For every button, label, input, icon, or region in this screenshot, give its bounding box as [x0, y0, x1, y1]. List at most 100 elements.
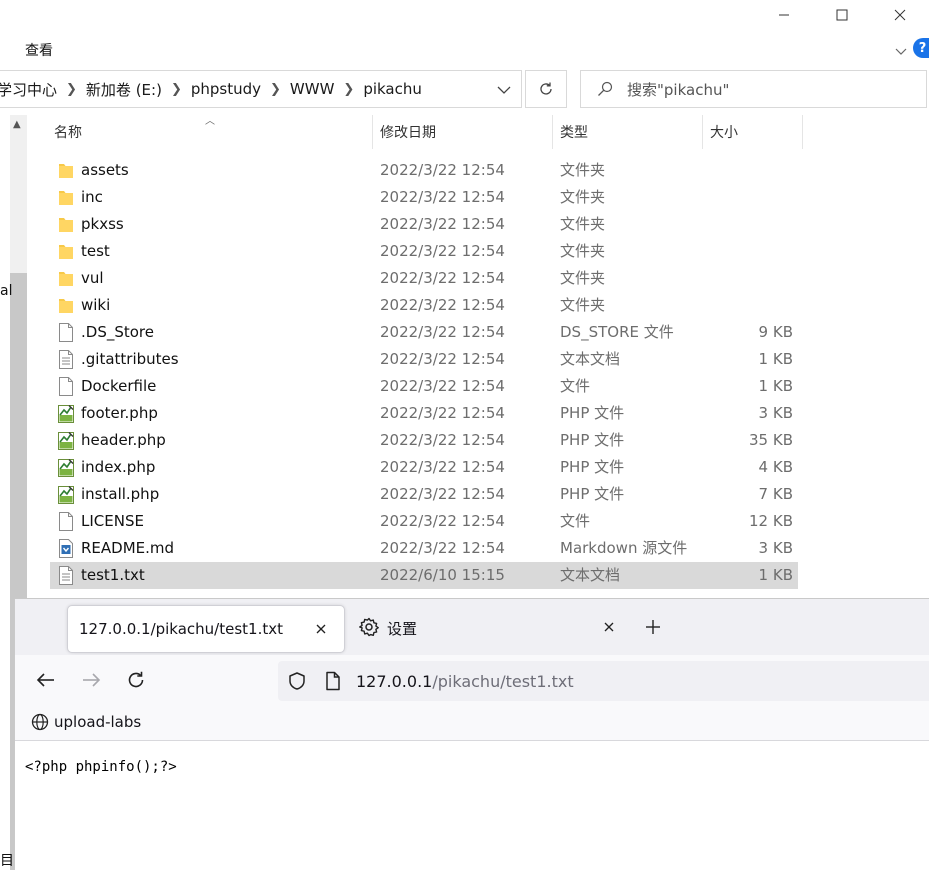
- file-type: 文本文档: [560, 566, 621, 584]
- nav-item-label[interactable]: al: [0, 283, 12, 299]
- breadcrumb-item[interactable]: WWW: [290, 80, 335, 98]
- file-date: 2022/3/22 12:54: [380, 215, 505, 233]
- php-file-icon: [58, 485, 74, 504]
- address-bar[interactable]: 学习中心 ❯ 新加卷 (E:) ❯ phpstudy ❯ WWW ❯ pikac…: [0, 70, 522, 108]
- reload-button[interactable]: [123, 667, 149, 693]
- file-row[interactable]: .DS_Store 2022/3/22 12:54 DS_STORE 文件 9 KB: [50, 319, 798, 346]
- file-row[interactable]: assets 2022/3/22 12:54 文件夹: [50, 157, 798, 184]
- close-tab-button[interactable]: [310, 618, 332, 640]
- column-header-date[interactable]: 修改日期: [380, 115, 436, 149]
- breadcrumb-separator-icon[interactable]: ❯: [66, 82, 77, 97]
- folder-icon: [58, 242, 74, 261]
- column-divider[interactable]: [802, 115, 803, 149]
- breadcrumb-item[interactable]: 新加卷 (E:): [86, 79, 162, 100]
- breadcrumb-item[interactable]: 学习中心: [0, 79, 57, 100]
- file-type: 文本文档: [560, 350, 621, 368]
- file-size: [710, 238, 793, 265]
- file-type: PHP 文件: [560, 458, 625, 476]
- file-date: 2022/3/22 12:54: [380, 512, 505, 530]
- new-tab-button[interactable]: [642, 616, 664, 638]
- breadcrumb-item[interactable]: phpstudy: [191, 80, 261, 98]
- file-row[interactable]: pkxss 2022/3/22 12:54 文件夹: [50, 211, 798, 238]
- close-icon: [604, 622, 614, 632]
- bookmark-label: upload-labs: [54, 713, 142, 731]
- browser-window: 127.0.0.1/pikachu/test1.txt 设置 127.0.0.1…: [14, 598, 929, 870]
- file-date: 2022/3/22 12:54: [380, 539, 505, 557]
- file-type: 文件夹: [560, 269, 606, 287]
- close-window-button[interactable]: [871, 0, 929, 30]
- file-row[interactable]: install.php 2022/3/22 12:54 PHP 文件 7 KB: [50, 481, 798, 508]
- search-icon: [598, 81, 613, 96]
- address-history-button[interactable]: [497, 81, 511, 99]
- tab-title: 设置: [387, 620, 418, 638]
- file-size: 4 KB: [758, 458, 793, 476]
- minimize-button[interactable]: [755, 0, 813, 30]
- close-icon: [316, 624, 326, 634]
- column-divider[interactable]: [702, 115, 703, 149]
- chevron-down-icon: [497, 86, 511, 94]
- file-date: 2022/6/10 15:15: [380, 566, 505, 584]
- close-tab-button[interactable]: [598, 616, 620, 638]
- file-date: 2022/3/22 12:54: [380, 404, 505, 422]
- file-type: PHP 文件: [560, 404, 625, 422]
- file-name: inc: [81, 188, 103, 206]
- file-name: index.php: [81, 458, 156, 476]
- url-path: /pikachu/test1.txt: [432, 672, 574, 691]
- tab-test1-txt[interactable]: 127.0.0.1/pikachu/test1.txt: [67, 605, 345, 653]
- column-divider[interactable]: [372, 115, 373, 149]
- ribbon-tab-view[interactable]: 查看: [25, 40, 53, 60]
- column-header-size[interactable]: 大小: [710, 115, 738, 149]
- breadcrumb-separator-icon[interactable]: ❯: [270, 82, 281, 97]
- file-date: 2022/3/22 12:54: [380, 377, 505, 395]
- php-file-icon: [58, 431, 74, 450]
- breadcrumb-separator-icon[interactable]: ❯: [171, 82, 182, 97]
- close-icon: [894, 9, 906, 21]
- forward-button[interactable]: [78, 667, 104, 693]
- folder-icon: [58, 215, 74, 234]
- file-row[interactable]: wiki 2022/3/22 12:54 文件夹: [50, 292, 798, 319]
- shield-icon[interactable]: [287, 671, 307, 691]
- url-text[interactable]: 127.0.0.1/pikachu/test1.txt: [356, 672, 574, 691]
- file-row[interactable]: test 2022/3/22 12:54 文件夹: [50, 238, 798, 265]
- file-row[interactable]: footer.php 2022/3/22 12:54 PHP 文件 3 KB: [50, 400, 798, 427]
- file-type: PHP 文件: [560, 485, 625, 503]
- bookmark-upload-labs[interactable]: upload-labs: [31, 713, 141, 731]
- url-bar[interactable]: 127.0.0.1/pikachu/test1.txt: [278, 661, 929, 701]
- file-row[interactable]: .gitattributes 2022/3/22 12:54 文本文档 1 KB: [50, 346, 798, 373]
- scroll-up-icon[interactable]: ▲: [13, 119, 21, 130]
- page-content: <?php phpinfo();?>: [15, 742, 929, 870]
- tab-settings[interactable]: 设置: [358, 605, 620, 651]
- file-row[interactable]: inc 2022/3/22 12:54 文件夹: [50, 184, 798, 211]
- back-button[interactable]: [33, 667, 59, 693]
- gear-icon: [359, 617, 379, 637]
- file-date: 2022/3/22 12:54: [380, 323, 505, 341]
- navigation-toolbar: 127.0.0.1/pikachu/test1.txt: [15, 655, 929, 705]
- column-header-type[interactable]: 类型: [560, 115, 588, 149]
- file-row[interactable]: README.md 2022/3/22 12:54 Markdown 源文件 3 KB: [50, 535, 798, 562]
- column-header-name[interactable]: 名称: [54, 115, 82, 149]
- window-controls: [755, 0, 929, 32]
- file-date: 2022/3/22 12:54: [380, 485, 505, 503]
- file-row[interactable]: LICENSE 2022/3/22 12:54 文件 12 KB: [50, 508, 798, 535]
- file-row[interactable]: index.php 2022/3/22 12:54 PHP 文件 4 KB: [50, 454, 798, 481]
- file-date: 2022/3/22 12:54: [380, 242, 505, 260]
- file-name: LICENSE: [81, 512, 144, 530]
- column-divider[interactable]: [552, 115, 553, 149]
- breadcrumb-item[interactable]: pikachu: [363, 80, 422, 98]
- help-icon[interactable]: ?: [913, 38, 929, 58]
- file-row[interactable]: header.php 2022/3/22 12:54 PHP 文件 35 KB: [50, 427, 798, 454]
- refresh-button[interactable]: [525, 70, 567, 108]
- page-icon[interactable]: [325, 671, 341, 691]
- ribbon-collapse-button[interactable]: [895, 42, 907, 60]
- breadcrumb-separator-icon[interactable]: ❯: [343, 82, 354, 97]
- file-date: 2022/3/22 12:54: [380, 188, 505, 206]
- file-row[interactable]: test1.txt 2022/6/10 15:15 文本文档 1 KB: [50, 562, 798, 589]
- nav-item-label[interactable]: 目: [0, 850, 14, 870]
- file-row[interactable]: Dockerfile 2022/3/22 12:54 文件 1 KB: [50, 373, 798, 400]
- search-input[interactable]: 搜索"pikachu": [580, 70, 927, 108]
- file-row[interactable]: vul 2022/3/22 12:54 文件夹: [50, 265, 798, 292]
- maximize-button[interactable]: [813, 0, 871, 30]
- page-text: <?php phpinfo();?>: [25, 759, 177, 775]
- file-size: 7 KB: [758, 485, 793, 503]
- file-size: 1 KB: [758, 377, 793, 395]
